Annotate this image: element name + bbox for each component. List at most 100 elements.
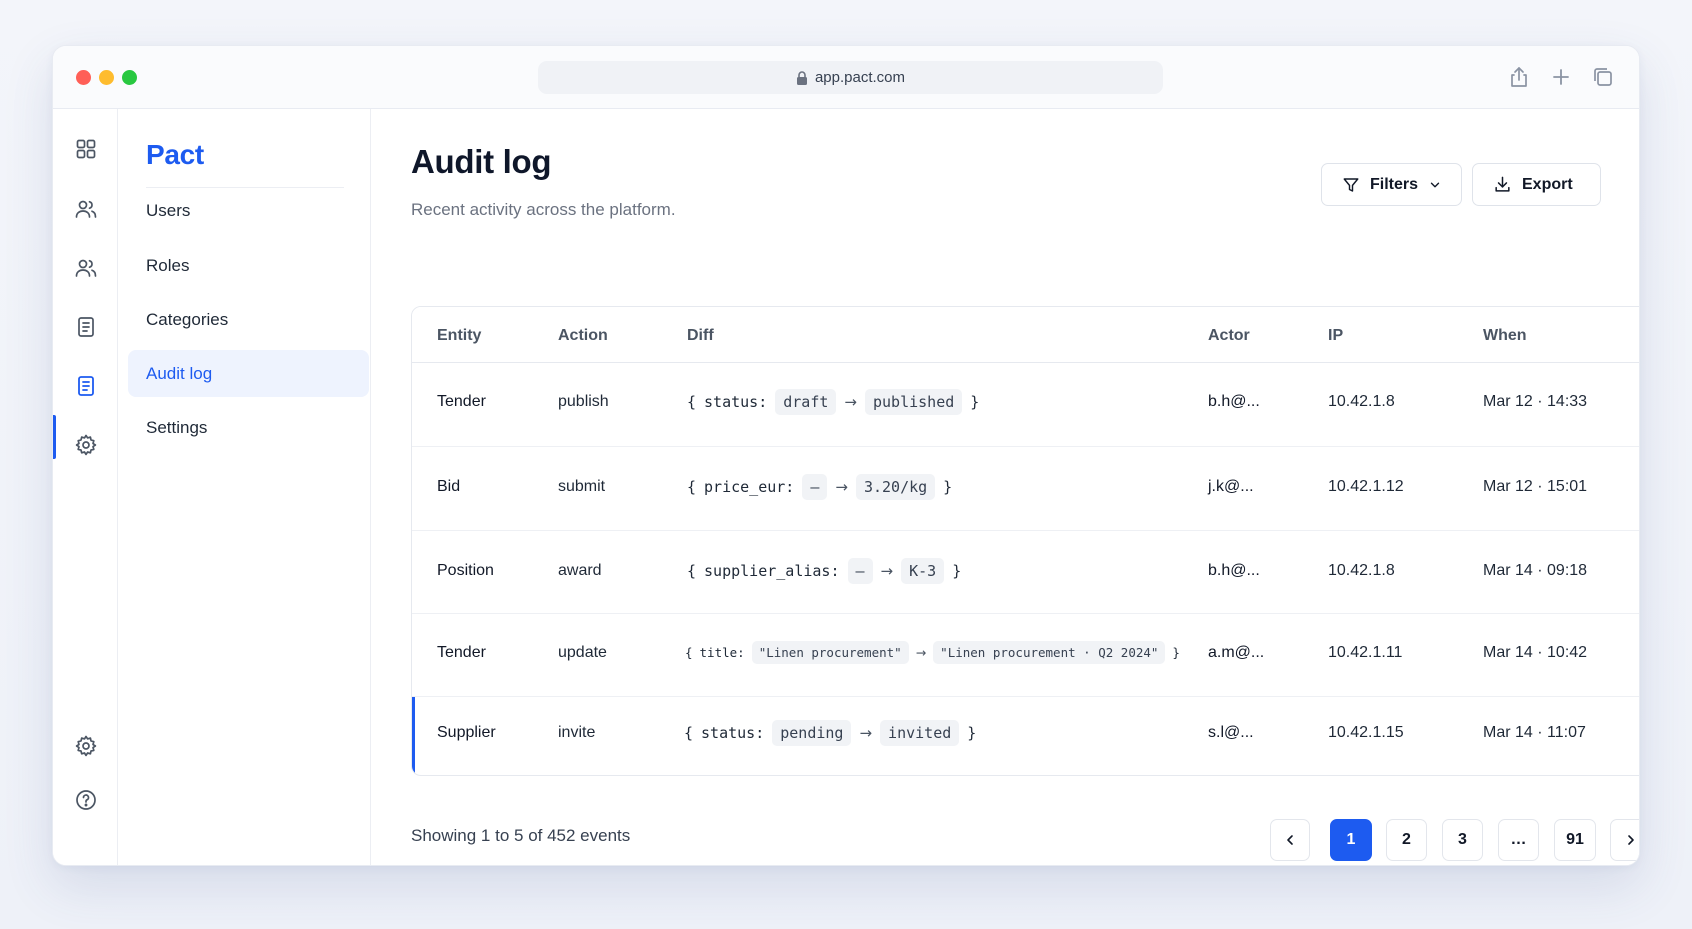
rail-active-indicator — [53, 415, 56, 459]
filter-icon — [1343, 177, 1359, 192]
cell-action: publish — [558, 393, 609, 410]
cell-action: invite — [558, 724, 596, 741]
cell-entity: Bid — [437, 478, 461, 495]
help-icon[interactable] — [74, 788, 98, 812]
cell-diff: { price_eur: — → 3.20/kg } — [687, 474, 952, 500]
diff-close-brace: } — [970, 393, 980, 411]
export-button[interactable]: Export — [1472, 163, 1601, 206]
page-button-3[interactable]: 3 — [1442, 819, 1483, 861]
sidebar-item-categories[interactable]: Categories — [128, 296, 369, 343]
diff-open-brace: { — [684, 724, 694, 742]
table-row[interactable]: Tender publish { status: draft → publish… — [412, 364, 1639, 447]
diff-close-brace: } — [943, 478, 953, 496]
arrow-right-icon: → — [915, 645, 927, 660]
roles-icon[interactable] — [74, 256, 98, 280]
cell-ip: 10.42.1.8 — [1328, 393, 1395, 410]
page-ellipsis: … — [1498, 819, 1539, 861]
maximize-window-button[interactable] — [122, 70, 137, 85]
browser-window: app.pact.com Pact Users Roles Categories… — [52, 45, 1640, 866]
table-row[interactable]: Position award { supplier_alias: — → K-3… — [412, 531, 1639, 614]
diff-close-brace: } — [967, 724, 977, 742]
cell-ip: 10.42.1.8 — [1328, 562, 1395, 579]
sidebar-item-label: Users — [146, 200, 191, 220]
cell-when: Mar 14 · 11:07 — [1483, 724, 1586, 741]
cell-actor: j.k@... — [1208, 478, 1254, 495]
filters-button[interactable]: Filters — [1321, 163, 1462, 206]
users-icon[interactable] — [74, 197, 98, 221]
column-header-actor[interactable]: Actor — [1208, 327, 1250, 345]
pagination-summary: Showing 1 to 5 of 452 events — [411, 826, 631, 845]
tabs-overview-icon[interactable] — [1591, 65, 1615, 89]
lock-icon — [796, 70, 807, 85]
table-row[interactable]: Tender update { title: "Linen procuremen… — [412, 614, 1639, 697]
minimize-window-button[interactable] — [99, 70, 114, 85]
table-row-selected[interactable]: Supplier invite { status: pending → invi… — [412, 697, 1639, 775]
page-button-1[interactable]: 1 — [1330, 819, 1372, 861]
diff-open-brace: { — [687, 478, 697, 496]
cell-ip: 10.42.1.11 — [1328, 644, 1403, 661]
diff-close-brace: } — [1172, 645, 1180, 660]
main-content: Audit log Recent activity across the pla… — [371, 109, 1639, 865]
diff-open-brace: { — [687, 562, 697, 580]
cell-entity: Tender — [437, 644, 486, 661]
cell-entity: Supplier — [437, 724, 496, 741]
sidebar-item-settings[interactable]: Settings — [128, 404, 369, 451]
column-header-action[interactable]: Action — [558, 327, 608, 345]
address-bar[interactable]: app.pact.com — [538, 61, 1163, 94]
page-button-91[interactable]: 91 — [1554, 819, 1596, 861]
sidebar: Pact Users Roles Categories Audit log Se… — [118, 109, 371, 865]
close-window-button[interactable] — [76, 70, 91, 85]
settings-gear-icon[interactable] — [74, 734, 98, 758]
table-row[interactable]: Bid submit { price_eur: — → 3.20/kg } j.… — [412, 447, 1639, 531]
sidebar-item-label: Audit log — [146, 363, 213, 383]
cell-action: submit — [558, 478, 606, 495]
dashboard-icon[interactable] — [74, 137, 98, 161]
diff-to-chip: published — [864, 389, 963, 415]
sidebar-item-label: Roles — [146, 255, 190, 275]
gear-icon[interactable] — [74, 433, 98, 457]
column-header-entity[interactable]: Entity — [437, 327, 481, 345]
categories-icon[interactable] — [74, 315, 98, 339]
next-page-button[interactable] — [1610, 819, 1639, 861]
diff-key: price_eur: — [704, 478, 795, 496]
brand-logo[interactable]: Pact — [146, 139, 204, 171]
cell-when: Mar 12 · 14:33 — [1483, 393, 1588, 410]
cell-actor: a.m@... — [1208, 644, 1265, 661]
diff-from-chip: "Linen procurement" — [751, 641, 909, 664]
column-header-ip[interactable]: IP — [1328, 327, 1343, 345]
diff-close-brace: } — [952, 562, 962, 580]
new-tab-icon[interactable] — [1549, 65, 1573, 89]
column-header-diff[interactable]: Diff — [687, 327, 714, 345]
prev-page-button[interactable] — [1270, 819, 1310, 861]
diff-open-brace: { — [687, 393, 697, 411]
cell-action: award — [558, 562, 602, 579]
diff-from-chip: draft — [775, 389, 837, 415]
sidebar-item-label: Categories — [146, 309, 229, 329]
cell-diff: { status: draft → published } — [687, 389, 979, 415]
diff-to-chip: invited — [880, 720, 960, 746]
diff-to-chip: K-3 — [901, 558, 945, 584]
cell-actor: s.l@... — [1208, 724, 1254, 741]
cell-when: Mar 12 · 15:01 — [1483, 478, 1588, 495]
arrow-right-icon: → — [859, 724, 873, 742]
chevron-left-icon — [1287, 835, 1293, 845]
share-icon[interactable] — [1507, 65, 1531, 89]
audit-log-icon[interactable] — [74, 374, 98, 398]
diff-key: title: — [699, 645, 745, 660]
diff-key: supplier_alias: — [704, 562, 840, 580]
cell-actor: b.h@... — [1208, 393, 1260, 410]
column-header-when[interactable]: When — [1483, 327, 1527, 345]
chevron-down-icon — [1430, 182, 1440, 187]
arrow-right-icon: → — [880, 562, 894, 580]
sidebar-item-audit-log[interactable]: Audit log — [128, 350, 369, 397]
page-title: Audit log — [411, 143, 552, 180]
diff-key: status: — [704, 393, 768, 411]
title-bar: app.pact.com — [53, 46, 1639, 109]
diff-to-chip: "Linen procurement · Q2 2024" — [933, 641, 1166, 664]
sidebar-item-users[interactable]: Users — [128, 187, 369, 234]
sidebar-item-roles[interactable]: Roles — [128, 242, 369, 289]
page-button-2[interactable]: 2 — [1386, 819, 1427, 861]
audit-table: Entity Action Diff Actor IP When Tender … — [411, 306, 1639, 776]
diff-to-chip: 3.20/kg — [855, 474, 936, 500]
arrow-right-icon: → — [844, 393, 857, 411]
